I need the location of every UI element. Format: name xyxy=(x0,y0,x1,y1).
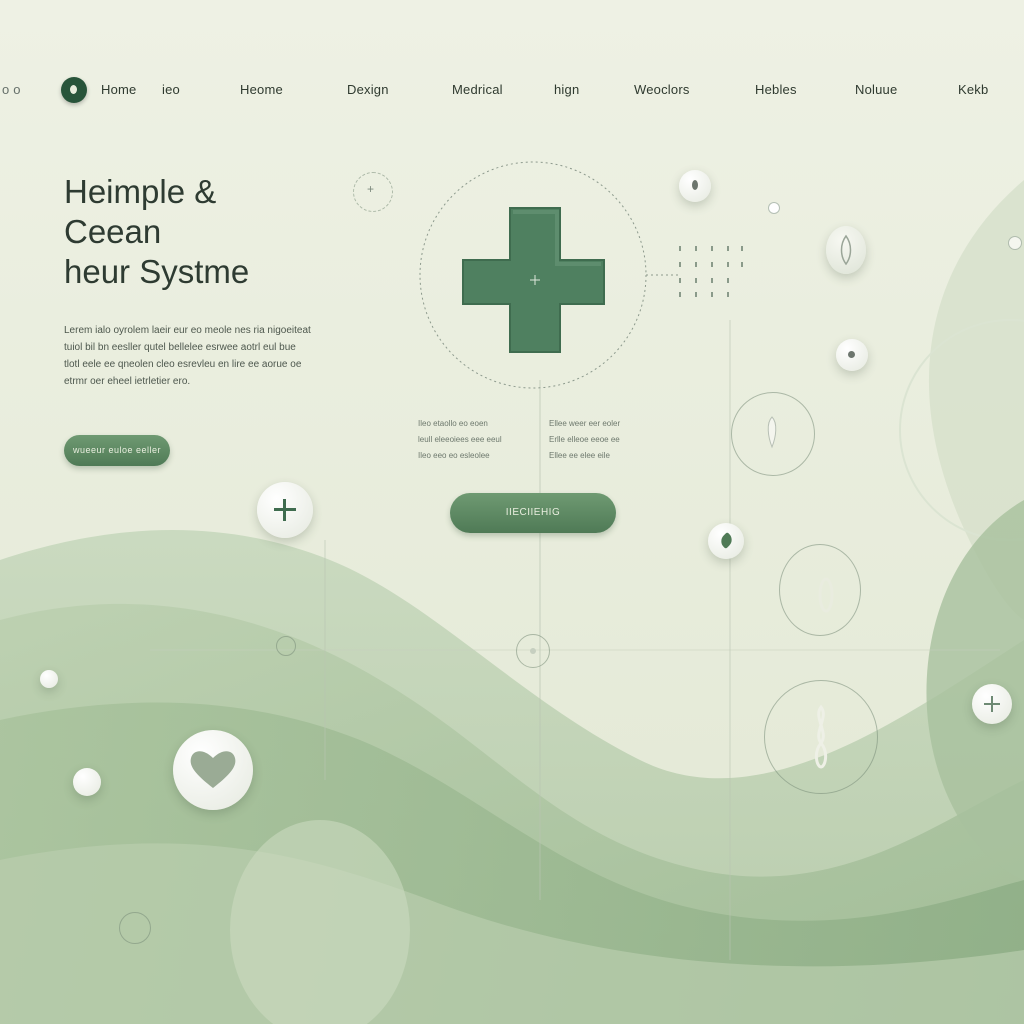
nav-item-heome[interactable]: Heome xyxy=(240,82,283,97)
hero-cta-button[interactable]: wueeur euloe eeller xyxy=(64,435,170,466)
drop-bubble-icon[interactable] xyxy=(679,170,711,202)
logo-icon[interactable] xyxy=(61,77,87,103)
hero-body-text: Lerem ialo oyrolem laeir eur eo meole ne… xyxy=(64,325,311,387)
medical-cross-icon xyxy=(462,207,605,353)
hero-title-line-3: heur Systme xyxy=(64,253,250,290)
nav-item-home[interactable]: Home xyxy=(101,82,136,97)
leaf-bubble-icon xyxy=(826,226,866,274)
info-column-left: Ileo etaollo eo eoen leull eleeoiees eee… xyxy=(418,416,502,464)
bottom-ring-icon xyxy=(119,912,151,944)
dot-grid xyxy=(679,246,743,297)
nav-item-design[interactable]: Dexign xyxy=(347,82,389,97)
leaf-icon[interactable] xyxy=(708,523,744,559)
nav-item-medical[interactable]: Medrical xyxy=(452,82,503,97)
info-column-right: Ellee weer eer eoler Erlle elleoe eeoe e… xyxy=(549,416,620,464)
info-left-line-3: Ileo eeo eo esleolee xyxy=(418,451,490,460)
pill-bubble-icon[interactable] xyxy=(836,339,868,371)
info-left-line-2: leull eleeoiees eee eeul xyxy=(418,435,502,444)
hero-title-line-2: Ceean xyxy=(64,213,162,250)
nav-item-kekb[interactable]: Kekb xyxy=(958,82,988,97)
plus-bubble-icon[interactable] xyxy=(972,684,1012,724)
small-plus-icon: + xyxy=(367,182,375,196)
center-cta-button[interactable]: IIECIIEHIG xyxy=(450,493,616,533)
small-bubble-icon xyxy=(40,670,58,688)
heart-icon[interactable] xyxy=(173,730,253,810)
small-dot-icon xyxy=(768,202,780,214)
info-right-line-2: Erlle elleoe eeoe ee xyxy=(549,435,620,444)
nav-item-noluue[interactable]: Noluue xyxy=(855,82,897,97)
nav-scroll-indicator: o o xyxy=(2,82,21,97)
nav-item-hign[interactable]: hign xyxy=(554,82,579,97)
info-right-line-3: Ellee ee elee eile xyxy=(549,451,610,460)
plus-icon[interactable] xyxy=(257,482,313,538)
nav-item-weoclors[interactable]: Weoclors xyxy=(634,82,690,97)
nav-item-hebles[interactable]: Hebles xyxy=(755,82,797,97)
info-left-line-1: Ileo etaollo eo eoen xyxy=(418,419,488,428)
top-nav: o o Home ieo Heome Dexign Medrical hign … xyxy=(0,72,1024,108)
small-bubble-2-icon xyxy=(73,768,101,796)
tooth-ring-icon xyxy=(731,392,815,476)
infinity-ring-icon xyxy=(764,680,878,794)
nav-item-ieo[interactable]: ieo xyxy=(162,82,180,97)
center-ring-icon xyxy=(516,634,550,668)
edge-dot-icon xyxy=(1008,236,1022,250)
small-ring-icon xyxy=(276,636,296,656)
ring-outline-icon xyxy=(779,544,861,636)
info-right-line-1: Ellee weer eer eoler xyxy=(549,419,621,428)
hero-title-line-1: Heimple & xyxy=(64,173,217,210)
hero-title: Heimple & Ceean heur Systme xyxy=(64,172,324,292)
medical-cross-emblem xyxy=(419,161,680,389)
